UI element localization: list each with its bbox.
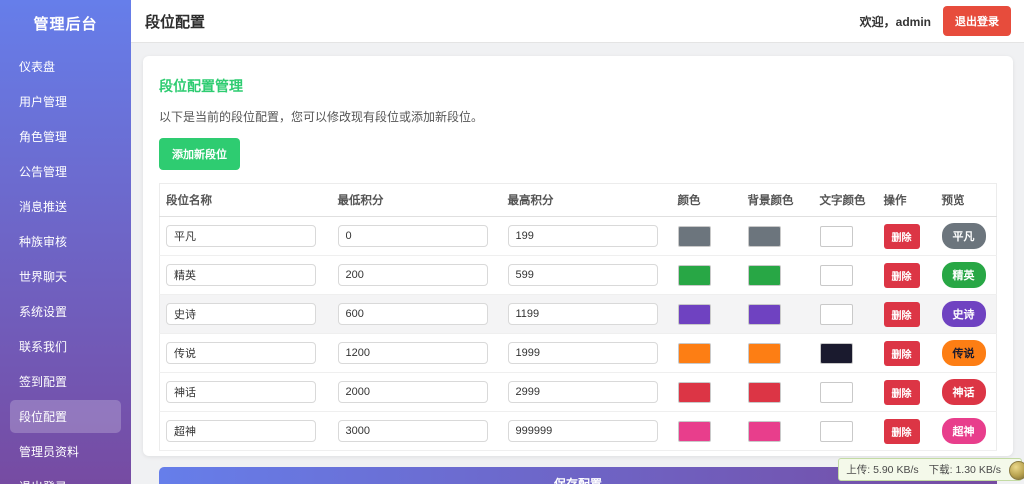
rank-preview-badge: 神话 xyxy=(941,379,986,405)
delete-button[interactable]: 删除 xyxy=(883,262,920,288)
sidebar-item-roles[interactable]: 角色管理 xyxy=(10,120,121,153)
app-title: 管理后台 xyxy=(33,16,98,33)
max-score-input[interactable] xyxy=(507,381,658,403)
sidebar-item-rank-config[interactable]: 段位配置 xyxy=(10,400,121,433)
rank-preview-badge: 传说 xyxy=(941,340,986,366)
header-right: 欢迎，admin 退出登录 xyxy=(860,6,1011,36)
sidebar-item-world-chat[interactable]: 世界聊天 xyxy=(10,260,121,293)
color-picker[interactable] xyxy=(677,264,711,286)
col-header-min: 最低积分 xyxy=(331,183,502,217)
table-row: 删除 平凡 xyxy=(159,216,997,256)
bg-color-picker[interactable] xyxy=(747,342,781,364)
rank-name-input[interactable] xyxy=(166,342,316,364)
bg-color-picker[interactable] xyxy=(747,264,781,286)
max-score-input[interactable] xyxy=(507,342,658,364)
table-row: 删除 超神 xyxy=(159,411,997,451)
color-picker[interactable] xyxy=(677,420,711,442)
sidebar-item-push[interactable]: 消息推送 xyxy=(10,190,121,223)
delete-button[interactable]: 删除 xyxy=(883,340,920,366)
color-picker[interactable] xyxy=(677,381,711,403)
text-color-picker[interactable] xyxy=(819,420,853,442)
bg-color-picker[interactable] xyxy=(747,225,781,247)
delete-button[interactable]: 删除 xyxy=(883,418,920,444)
sidebar-item-logout[interactable]: 退出登录 xyxy=(10,470,121,484)
max-score-input[interactable] xyxy=(507,420,658,442)
text-color-picker[interactable] xyxy=(819,303,853,325)
content-area: 段位配置 欢迎，admin 退出登录 段位配置管理 以下是当前的段位配置，您可以… xyxy=(131,0,1024,484)
bg-color-picker[interactable] xyxy=(747,420,781,442)
col-header-color: 颜色 xyxy=(671,183,742,217)
table-header-row: 段位名称 最低积分 最高积分 颜色 背景颜色 文字颜色 操作 预览 xyxy=(159,183,997,217)
bg-color-picker[interactable] xyxy=(747,303,781,325)
download-speed-text: 下载: 1.30 KB/s xyxy=(928,464,1001,476)
rank-name-input[interactable] xyxy=(166,303,316,325)
page-title: 段位配置 xyxy=(145,13,206,31)
max-score-input[interactable] xyxy=(507,264,658,286)
logout-button[interactable]: 退出登录 xyxy=(943,6,1011,36)
sidebar-item-admin-profile[interactable]: 管理员资料 xyxy=(10,435,121,468)
rank-table: 段位名称 最低积分 最高积分 颜色 背景颜色 文字颜色 操作 预览 平凡 0 1… xyxy=(159,183,997,451)
col-header-name: 段位名称 xyxy=(159,183,332,217)
color-picker[interactable] xyxy=(677,225,711,247)
bg-color-picker[interactable] xyxy=(747,381,781,403)
welcome-text: 欢迎，admin xyxy=(859,14,931,29)
col-header-bg-color: 背景颜色 xyxy=(741,183,814,217)
max-score-input[interactable] xyxy=(507,303,658,325)
col-header-max: 最高积分 xyxy=(501,183,672,217)
min-score-input[interactable] xyxy=(337,420,488,442)
color-picker[interactable] xyxy=(677,303,711,325)
panel-description: 以下是当前的段位配置，您可以修改现有段位或添加新段位。 xyxy=(159,110,484,124)
sidebar-menu: 仪表盘 用户管理 角色管理 公告管理 消息推送 种族审核 世界聊天 系统设置 联… xyxy=(0,50,131,484)
delete-button[interactable]: 删除 xyxy=(883,301,920,327)
col-header-action: 操作 xyxy=(877,183,936,217)
color-picker[interactable] xyxy=(677,342,711,364)
sidebar-item-race-review[interactable]: 种族审核 xyxy=(10,225,121,258)
rank-name-input[interactable] xyxy=(166,381,316,403)
sidebar-item-checkin-config[interactable]: 签到配置 xyxy=(10,365,121,398)
delete-button[interactable]: 删除 xyxy=(883,223,920,249)
sidebar-item-contact[interactable]: 联系我们 xyxy=(10,330,121,363)
sidebar-item-users[interactable]: 用户管理 xyxy=(10,85,121,118)
add-rank-button[interactable]: 添加新段位 xyxy=(159,138,240,170)
rank-preview-badge: 精英 xyxy=(941,262,986,288)
rank-preview-badge: 史诗 xyxy=(941,301,986,327)
col-header-text-color: 文字颜色 xyxy=(813,183,878,217)
table-row: 删除 史诗 xyxy=(159,294,997,334)
text-color-picker[interactable] xyxy=(819,381,853,403)
sidebar-item-system[interactable]: 系统设置 xyxy=(10,295,121,328)
table-row: 删除 神话 xyxy=(159,372,997,412)
rank-name-input[interactable] xyxy=(166,264,316,286)
panel-title: 段位配置管理 xyxy=(159,78,243,94)
speed-monitor-ball-icon[interactable] xyxy=(1009,461,1024,480)
text-color-picker[interactable] xyxy=(819,225,853,247)
text-color-picker[interactable] xyxy=(819,342,853,364)
main-content: 段位配置管理 以下是当前的段位配置，您可以修改现有段位或添加新段位。 添加新段位… xyxy=(131,43,1024,484)
rank-preview-badge: 超神 xyxy=(941,418,986,444)
sidebar-item-dashboard[interactable]: 仪表盘 xyxy=(10,50,121,83)
table-row: 删除 传说 xyxy=(159,333,997,373)
min-score-input[interactable] xyxy=(337,381,488,403)
min-score-input[interactable] xyxy=(337,264,488,286)
min-score-input[interactable] xyxy=(337,303,488,325)
col-header-preview: 预览 xyxy=(935,183,997,217)
delete-button[interactable]: 删除 xyxy=(883,379,920,405)
max-score-input[interactable] xyxy=(507,225,658,247)
rank-config-card: 段位配置管理 以下是当前的段位配置，您可以修改现有段位或添加新段位。 添加新段位… xyxy=(143,56,1013,484)
text-color-picker[interactable] xyxy=(819,264,853,286)
sidebar: 管理后台 仪表盘 用户管理 角色管理 公告管理 消息推送 种族审核 世界聊天 系… xyxy=(0,0,131,484)
rank-name-input[interactable] xyxy=(166,225,316,247)
sidebar-item-announcements[interactable]: 公告管理 xyxy=(10,155,121,188)
network-speed-widget: 上传: 5.90 KB/s 下载: 1.30 KB/s xyxy=(838,458,1022,481)
upload-speed-text: 上传: 5.90 KB/s xyxy=(846,464,919,476)
app-window: 管理后台 仪表盘 用户管理 角色管理 公告管理 消息推送 种族审核 世界聊天 系… xyxy=(0,0,1024,484)
top-header: 段位配置 欢迎，admin 退出登录 xyxy=(131,0,1024,43)
table-row: 删除 精英 xyxy=(159,255,997,295)
min-score-input[interactable] xyxy=(337,225,488,247)
rank-preview-badge: 平凡 xyxy=(941,223,986,249)
min-score-input[interactable] xyxy=(337,342,488,364)
rank-name-input[interactable] xyxy=(166,420,316,442)
